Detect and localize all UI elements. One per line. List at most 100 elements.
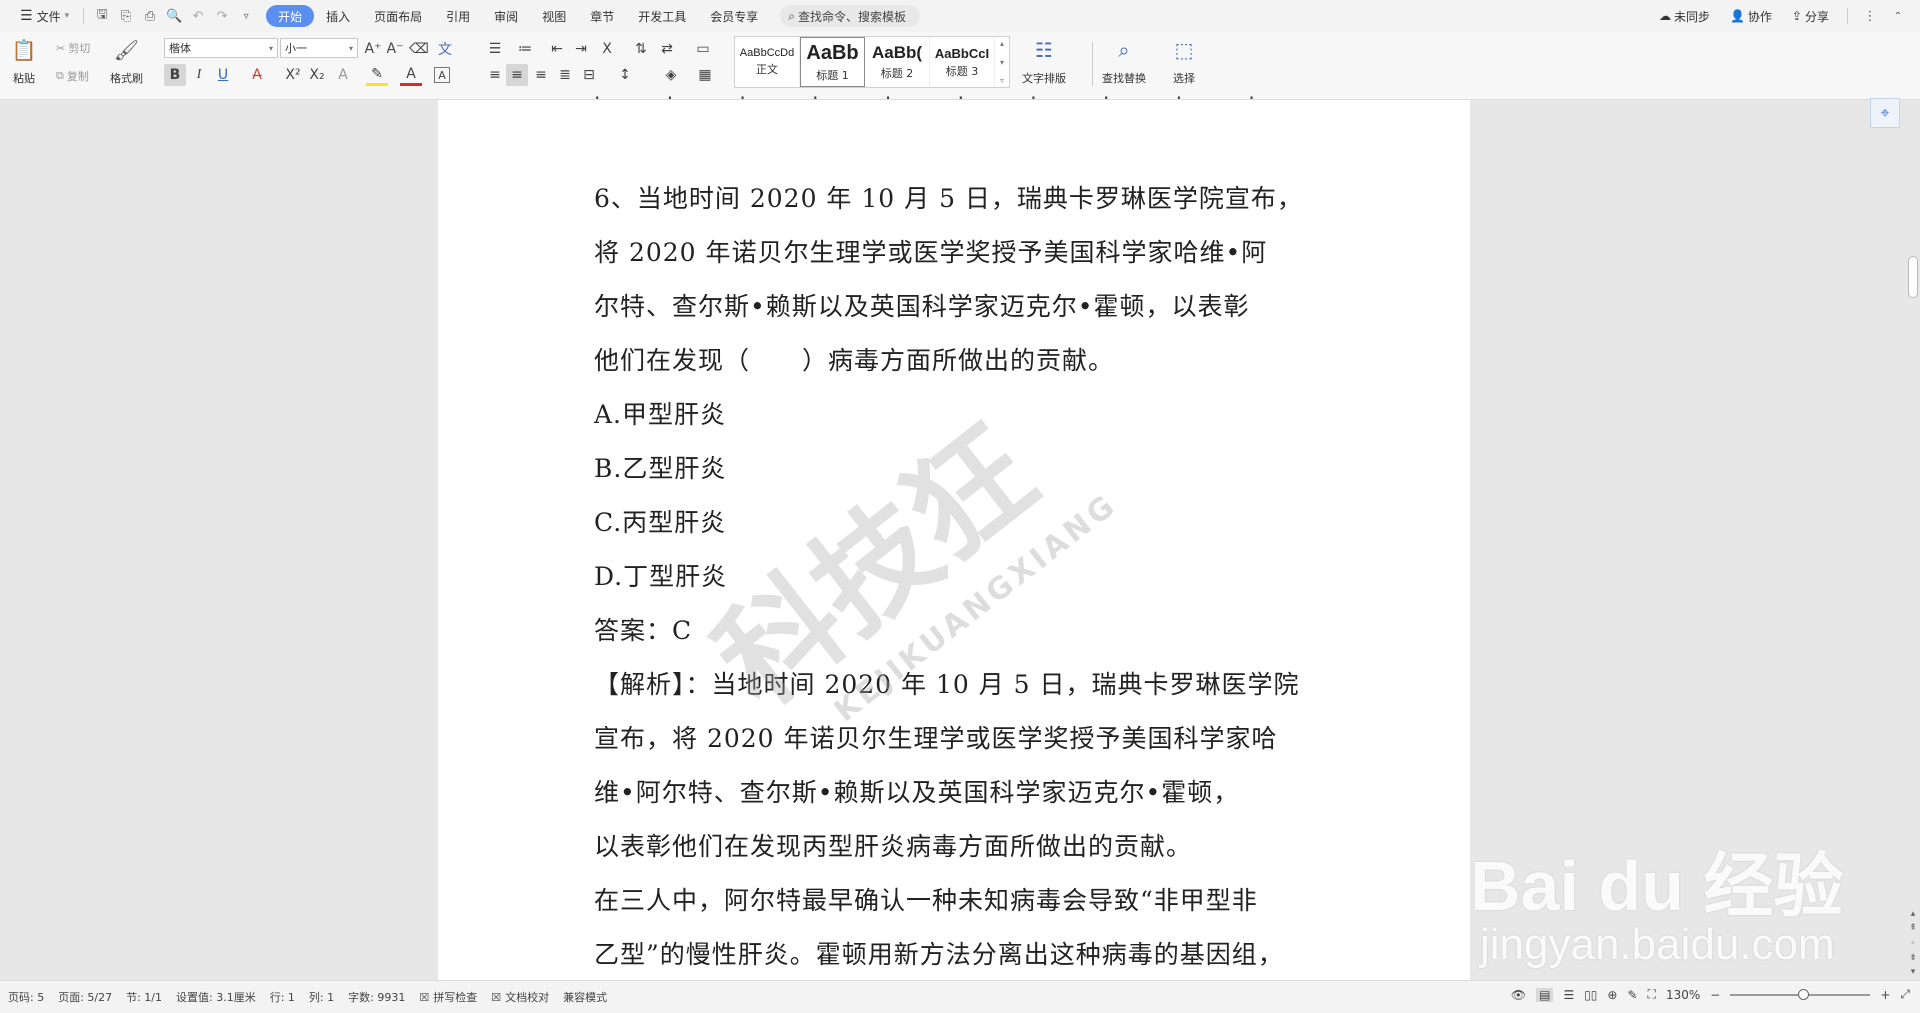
fullscreen-icon[interactable]: ⤢ [1900, 987, 1910, 1002]
scrollbar-thumb[interactable] [1908, 256, 1918, 298]
paste-button[interactable]: 📋 粘贴 [10, 36, 38, 86]
spell-check-button[interactable]: ☒ 拼写检查 [419, 989, 477, 1005]
reading-view-icon[interactable]: ▯▯ [1584, 988, 1597, 1002]
quick-access-more-icon[interactable]: ▿ [234, 4, 258, 28]
borders-icon[interactable]: ▦ [694, 64, 716, 86]
scroll-down-icon[interactable]: ▾ [1907, 966, 1919, 978]
char-border-icon[interactable]: A [434, 67, 450, 83]
save-icon[interactable]: 🖫 [90, 4, 114, 28]
option-b: B.乙型肝炎 [594, 454, 727, 483]
tab-page-layout[interactable]: 页面布局 [362, 5, 434, 27]
justify-icon[interactable]: ≣ [554, 64, 576, 86]
styles-scroll[interactable]: ▴ ▾ ▿ [995, 37, 1009, 87]
copy-button[interactable]: ⧉ 复制 [56, 68, 89, 84]
format-painter-button[interactable]: 🖌 格式刷 [110, 36, 143, 86]
browse-object-icon[interactable]: ◦ [1907, 938, 1919, 950]
collab-button[interactable]: 👤 协作 [1722, 4, 1780, 28]
pen-icon[interactable]: ✎ [1627, 988, 1637, 1002]
align-center-icon[interactable]: ≡ [506, 64, 528, 86]
eye-protection-icon[interactable]: 👁 [1511, 988, 1526, 1002]
prev-page-icon[interactable]: ⇞ [1907, 922, 1919, 934]
tab-developer[interactable]: 开发工具 [626, 5, 698, 27]
clipped-previous-line: · · · · · · · · · · · · · · · [594, 86, 1285, 106]
zoom-in-icon[interactable]: + [1880, 988, 1890, 1002]
print-icon[interactable]: ⎙ [138, 4, 162, 28]
font-color-icon[interactable]: A [400, 64, 422, 86]
subscript-icon[interactable]: X₂ [306, 64, 328, 86]
document-body[interactable]: 6、当地时间 2020 年 10 月 5 日，瑞典卡罗琳医学院宣布， 将 202… [594, 172, 1314, 982]
more-options-icon[interactable]: ⋮ [1858, 4, 1882, 28]
tab-references[interactable]: 引用 [434, 5, 482, 27]
scissors-icon: ✂ [56, 41, 66, 55]
page-count[interactable]: 页面: 5/27 [58, 989, 112, 1005]
sort-icon[interactable]: ⇅ [630, 38, 652, 60]
increase-indent-icon[interactable]: ⇥ [570, 38, 592, 60]
document-page[interactable]: · · · · · · · · · · · · · · · 6、当地时间 202… [438, 86, 1470, 982]
doc-check-button[interactable]: ☒ 文档校对 [491, 989, 549, 1005]
share-button[interactable]: ⇪ 分享 [1784, 4, 1837, 28]
vertical-scrollbar[interactable]: ▴ ⇞ ◦ ⇟ ▾ [1905, 100, 1920, 980]
bullet-list-icon[interactable]: ☰ [484, 38, 506, 60]
strikethrough-icon[interactable]: A̶ [246, 64, 268, 86]
scroll-up-icon[interactable]: ▴ [1907, 908, 1919, 920]
bold-icon[interactable]: B [164, 64, 186, 86]
decrease-indent-icon[interactable]: ⇤ [546, 38, 568, 60]
zoom-slider[interactable] [1730, 988, 1871, 1000]
web-view-icon[interactable]: ⊕ [1607, 988, 1617, 1002]
tab-review[interactable]: 审阅 [482, 5, 530, 27]
superscript-icon[interactable]: X² [282, 64, 304, 86]
tab-member[interactable]: 会员专享 [698, 5, 770, 27]
align-left-icon[interactable]: ≡ [484, 64, 506, 86]
text-effect-icon[interactable]: A [332, 64, 354, 86]
underline-icon[interactable]: U [212, 64, 234, 86]
redo-icon[interactable]: ↷ [210, 4, 234, 28]
page-code[interactable]: 页码: 5 [8, 989, 44, 1005]
print-preview-icon[interactable]: 🔍 [162, 4, 186, 28]
file-menu[interactable]: ☰ 文件 ▾ [12, 4, 77, 28]
tab-insert[interactable]: 插入 [314, 5, 362, 27]
shading-icon[interactable]: ◈ [660, 64, 682, 86]
clear-format-icon[interactable]: ⌫ [408, 38, 430, 60]
show-marks-icon[interactable]: ⇄ [656, 38, 678, 60]
section-indicator[interactable]: 节: 1/1 [126, 989, 162, 1005]
grow-font-icon[interactable]: A⁺ [362, 38, 384, 60]
phonetic-guide-icon[interactable]: 文 [434, 38, 456, 60]
undo-icon[interactable]: ↶ [186, 4, 210, 28]
command-search[interactable]: ⌕ 查找命令、搜索模板 [780, 5, 921, 27]
highlight-icon[interactable]: ✎ [366, 64, 388, 86]
font-name-select[interactable]: 楷体 ▾ [164, 38, 278, 58]
location-pin-icon[interactable]: ⌖ [1870, 98, 1900, 128]
fit-page-icon[interactable]: ⛶ [1648, 987, 1656, 1002]
style-normal[interactable]: AaBbCcDd 正文 [735, 37, 800, 87]
find-replace-button[interactable]: ⌕ 查找替换 [1102, 36, 1146, 86]
zoom-out-icon[interactable]: − [1710, 988, 1720, 1002]
export-icon[interactable]: ⎘ [114, 4, 138, 28]
table-layout-icon[interactable]: ▭ [692, 38, 714, 60]
next-page-icon[interactable]: ⇟ [1907, 952, 1919, 964]
font-size-select[interactable]: 小一 ▾ [280, 38, 358, 58]
setting-value[interactable]: 设置值: 3.1厘米 [176, 989, 256, 1005]
zoom-slider-knob[interactable] [1798, 988, 1810, 1000]
cut-button[interactable]: ✂ 剪切 [56, 40, 90, 56]
numbered-list-icon[interactable]: ≔ [514, 38, 536, 60]
tab-view[interactable]: 视图 [530, 5, 578, 27]
style-heading-1[interactable]: AaBb 标题 1 [800, 37, 865, 87]
word-count[interactable]: 字数: 9931 [348, 989, 405, 1005]
outline-view-icon[interactable]: ☰ [1563, 988, 1574, 1002]
distribute-icon[interactable]: ⊟ [578, 64, 600, 86]
select-button[interactable]: ⬚ 选择 [1170, 36, 1198, 86]
tab-section[interactable]: 章节 [578, 5, 626, 27]
style-heading-2[interactable]: AaBb( 标题 2 [865, 37, 930, 87]
line-spacing-icon[interactable]: ↕ [614, 64, 636, 86]
text-layout-button[interactable]: ☷ 文字排版 [1022, 36, 1066, 86]
chinese-layout-icon[interactable]: X [596, 38, 618, 60]
italic-icon[interactable]: I [188, 64, 210, 86]
shrink-font-icon[interactable]: A⁻ [384, 38, 406, 60]
sync-button[interactable]: ☁ 未同步 [1651, 4, 1718, 28]
style-heading-3[interactable]: AaBbCcI 标题 3 [930, 37, 995, 87]
page-view-icon[interactable]: ▤ [1536, 987, 1554, 1002]
align-right-icon[interactable]: ≡ [530, 64, 552, 86]
zoom-value[interactable]: 130% [1666, 988, 1700, 1002]
tab-home[interactable]: 开始 [266, 5, 315, 27]
collapse-ribbon-icon[interactable]: ⌃ [1886, 4, 1910, 28]
